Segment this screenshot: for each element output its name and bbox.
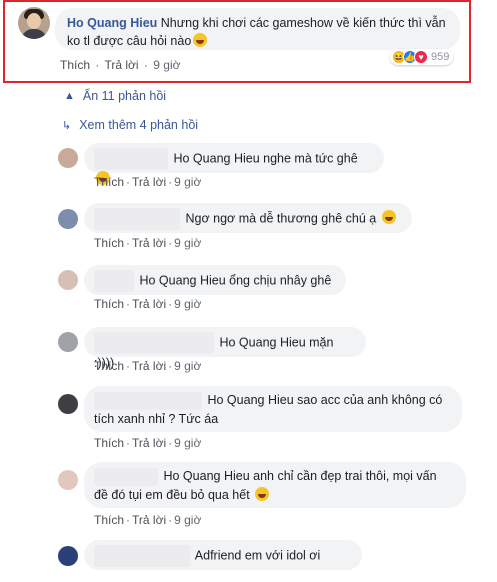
- avatar[interactable]: [58, 394, 78, 414]
- reply-bubble: Ho Quang Hieu sao acc của anh không có t…: [84, 386, 462, 432]
- avatar[interactable]: [58, 148, 78, 168]
- comment-actions: Thích · Trả lời · 9 giờ: [60, 58, 181, 72]
- reply-time[interactable]: 9 giờ: [174, 359, 201, 373]
- reply-actions: Thích · Trả lời · 9 giờ: [94, 513, 202, 527]
- avatar[interactable]: [58, 470, 78, 490]
- comment-time[interactable]: 9 giờ: [153, 58, 180, 72]
- hide-replies-link[interactable]: ▲ Ẩn 11 phản hồi: [64, 89, 166, 103]
- rofl-emoji-icon: [381, 210, 396, 225]
- reply-time[interactable]: 9 giờ: [174, 175, 201, 189]
- reply-text-line2: đề đó tụi em đều bỏ qua hết: [94, 487, 250, 502]
- hide-replies-label: Ẩn 11 phản hồi: [82, 89, 167, 103]
- view-more-label: Xem thêm 4 phản hồi: [79, 118, 199, 132]
- pleading-emoji-icon: [255, 486, 270, 501]
- highlighted-comment: Ho Quang Hieu Nhưng khi chơi các gamesho…: [3, 0, 471, 83]
- reply-bubble: Ho Quang Hieu mặn :)))): [84, 327, 366, 370]
- reply-bubble: Ho Quang Hieu nghe mà tức ghê: [84, 143, 384, 185]
- avatar[interactable]: [58, 270, 78, 290]
- avatar[interactable]: [58, 209, 78, 229]
- reply-time[interactable]: 9 giờ: [174, 297, 201, 311]
- reply-link[interactable]: Trả lời: [132, 359, 166, 373]
- comment-author[interactable]: Ho Quang Hieu: [67, 16, 157, 30]
- like-link[interactable]: Thích: [94, 236, 124, 250]
- reply-text-line1: Ho Quang Hieu anh chỉ cần đẹp trai thôi,…: [163, 469, 437, 483]
- reply-actions: Thích · Trả lời · 9 giờ: [94, 297, 202, 311]
- comment-text-line2: ko tl được câu hỏi nào: [67, 34, 192, 48]
- comment-text-line1: Nhưng khi chơi các gameshow về kiến thức…: [160, 16, 446, 30]
- reply-actions: Thích · Trả lời · 9 giờ: [94, 236, 202, 250]
- like-link[interactable]: Thích: [60, 58, 90, 72]
- reply-link[interactable]: Trả lời: [132, 175, 166, 189]
- reply-time[interactable]: 9 giờ: [174, 436, 201, 450]
- reply-text: Ngơ ngơ mà dễ thương ghê chú ạ: [185, 211, 377, 226]
- avatar[interactable]: [18, 7, 50, 39]
- reply-link[interactable]: Trả lời: [132, 513, 166, 527]
- like-link[interactable]: Thích: [94, 297, 124, 311]
- comment-bubble: Ho Quang Hieu Nhưng khi chơi các gamesho…: [55, 8, 460, 50]
- reply-actions: Thích · Trả lời · 9 giờ: [94, 175, 202, 189]
- reply-bubble: Adfriend em với idol ơi: [84, 540, 362, 570]
- reply-link[interactable]: Trả lời: [104, 58, 138, 72]
- reaction-summary[interactable]: 😆 👍 ♥ 959: [390, 49, 454, 65]
- like-link[interactable]: Thích: [94, 513, 124, 527]
- reply-text: Ho Quang Hieu nghe mà tức ghê: [173, 151, 358, 166]
- grin-emoji-icon: [193, 33, 208, 47]
- reply-text-line2: tích xanh nhỉ ? Tức áa: [94, 411, 219, 426]
- avatar[interactable]: [58, 332, 78, 352]
- chevron-up-icon: ▲: [64, 90, 75, 102]
- reply-link[interactable]: Trả lời: [132, 297, 166, 311]
- like-link[interactable]: Thích: [94, 436, 124, 450]
- reply-time[interactable]: 9 giờ: [174, 513, 201, 527]
- avatar[interactable]: [58, 546, 78, 566]
- reply-bubble: Ho Quang Hieu anh chỉ cần đẹp trai thôi,…: [84, 462, 466, 508]
- reply-link[interactable]: Trả lời: [132, 436, 166, 450]
- reply-actions: Thích · Trả lời · 9 giờ: [94, 359, 202, 373]
- reply-actions: Thích · Trả lời · 9 giờ: [94, 436, 202, 450]
- reply-bubble: Ho Quang Hieu ổng chịu nhây ghê: [84, 265, 346, 295]
- reply-bubble: Ngơ ngơ mà dễ thương ghê chú ạ: [84, 203, 412, 233]
- like-link[interactable]: Thích: [94, 359, 124, 373]
- love-reaction-icon: ♥: [414, 50, 428, 64]
- view-more-replies-link[interactable]: ↳ Xem thêm 4 phản hồi: [62, 118, 198, 132]
- reply-time[interactable]: 9 giờ: [174, 236, 201, 250]
- reply-arrow-icon: ↳: [62, 119, 72, 132]
- reaction-count: 959: [431, 51, 450, 63]
- like-link[interactable]: Thích: [94, 175, 124, 189]
- reply-text: Ho Quang Hieu ổng chịu nhây ghê: [139, 273, 332, 288]
- reply-link[interactable]: Trả lời: [132, 236, 166, 250]
- reply-text-line1: Ho Quang Hieu sao acc của anh không có: [207, 393, 443, 407]
- reply-text: Adfriend em với idol ơi: [194, 548, 321, 563]
